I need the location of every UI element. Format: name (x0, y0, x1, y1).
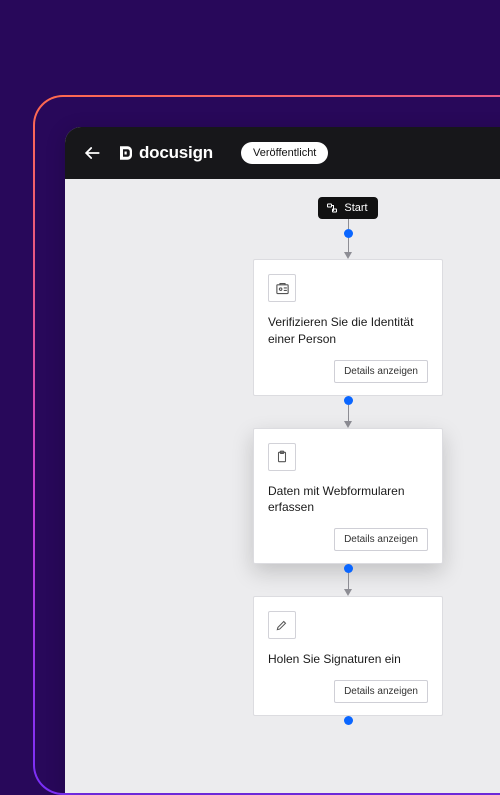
step-title: Verifizieren Sie die Identität einer Per… (268, 314, 428, 348)
details-button[interactable]: Details anzeigen (334, 360, 428, 383)
workflow-canvas[interactable]: Start Verifizieren Sie die Identität ein… (65, 179, 500, 793)
brand-mark-icon (117, 144, 135, 162)
connector (344, 716, 353, 725)
status-pill[interactable]: Veröffentlicht (241, 142, 328, 164)
identity-icon (268, 274, 296, 302)
step-title: Holen Sie Signaturen ein (268, 651, 428, 668)
app-header: docusign Veröffentlicht (65, 127, 500, 179)
brand-logo: docusign (117, 143, 213, 163)
back-button[interactable] (81, 142, 103, 164)
connector-dot-icon (344, 396, 353, 405)
details-button[interactable]: Details anzeigen (334, 680, 428, 703)
flow-start-icon (326, 202, 338, 214)
connector (344, 396, 353, 428)
start-node[interactable]: Start (318, 197, 377, 219)
connector-dot-icon (344, 229, 353, 238)
gradient-inner: docusign Veröffentlicht Start (35, 97, 500, 793)
details-button[interactable]: Details anzeigen (334, 528, 428, 551)
arrow-down-icon (344, 589, 352, 596)
clipboard-icon (268, 443, 296, 471)
gradient-frame: docusign Veröffentlicht Start (33, 95, 500, 795)
connector (344, 564, 353, 596)
arrow-down-icon (344, 421, 352, 428)
connector-dot-icon (344, 716, 353, 725)
arrow-left-icon (82, 143, 102, 163)
brand-name: docusign (139, 143, 213, 163)
arrow-down-icon (344, 252, 352, 259)
pen-icon (268, 611, 296, 639)
connector (344, 219, 353, 259)
workflow-step-card[interactable]: Daten mit Webformularen erfassen Details… (253, 428, 443, 565)
workflow-step-card[interactable]: Verifizieren Sie die Identität einer Per… (253, 259, 443, 396)
app-shell: docusign Veröffentlicht Start (65, 127, 500, 793)
step-title: Daten mit Webformularen erfassen (268, 483, 428, 517)
connector-dot-icon (344, 564, 353, 573)
start-node-label: Start (344, 202, 367, 214)
workflow-step-card[interactable]: Holen Sie Signaturen ein Details anzeige… (253, 596, 443, 716)
